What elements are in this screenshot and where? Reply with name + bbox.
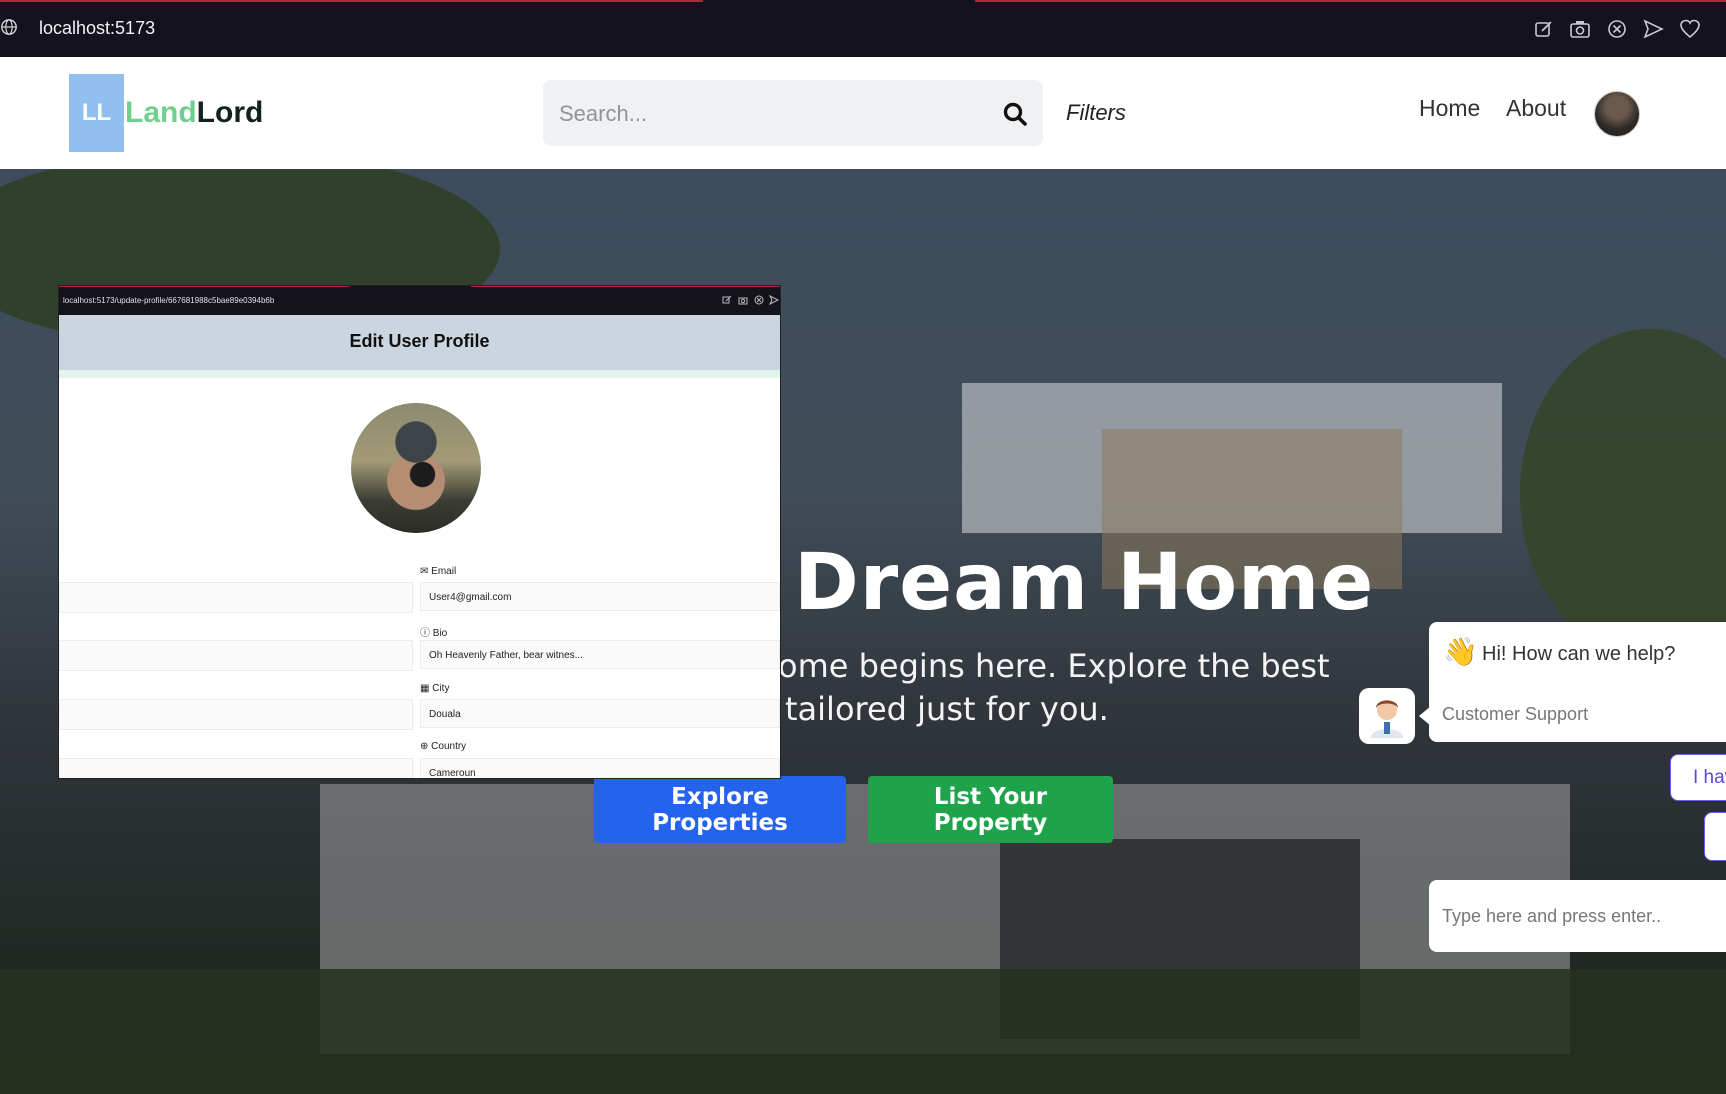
- globe-icon: ⊕: [420, 741, 429, 752]
- country-field: Cameroun: [420, 758, 780, 778]
- profile-photo: [351, 403, 481, 533]
- quick-reply-option[interactable]: [1704, 812, 1726, 861]
- city-icon: ▦: [420, 683, 430, 694]
- waving-hand-icon: 👋: [1443, 635, 1478, 668]
- city-field: Douala: [420, 699, 780, 728]
- camera-icon[interactable]: [1569, 18, 1591, 40]
- hero-title: Dream Home: [794, 538, 1375, 628]
- overlay-header: Edit User Profile: [59, 315, 780, 370]
- bio-label: ⓘ Bio: [420, 628, 448, 639]
- nav-link-home[interactable]: Home: [1419, 95, 1480, 122]
- left-form-field: [59, 758, 413, 778]
- edit-profile-title: Edit User Profile: [349, 331, 490, 351]
- close-circle-icon: [754, 295, 764, 305]
- quick-reply-option[interactable]: I hav: [1670, 754, 1726, 801]
- country-label: ⊕ Country: [420, 741, 467, 752]
- left-form-field: [59, 699, 413, 730]
- profile-screenshot-overlay: localhost:5173/update-profile/667681988c…: [59, 286, 780, 778]
- support-agent-avatar[interactable]: [1359, 688, 1415, 744]
- left-form-field: [59, 582, 413, 613]
- camera-icon: [738, 297, 748, 305]
- chat-greeting-bubble: 👋 Hi! How can we help? Customer Support: [1429, 622, 1726, 742]
- search-icon[interactable]: [1002, 101, 1028, 127]
- close-circle-icon[interactable]: [1606, 18, 1628, 40]
- send-icon: [769, 295, 779, 305]
- browser-toolbar: localhost:5173: [0, 0, 1726, 57]
- hero-subtitle-line1: ome begins here. Explore the best: [778, 647, 1330, 685]
- send-icon[interactable]: [1642, 18, 1664, 40]
- explore-properties-button[interactable]: Explore Properties: [594, 776, 846, 843]
- nav-link-about[interactable]: About: [1506, 95, 1566, 122]
- globe-icon: [1, 19, 17, 35]
- chat-agent-name: Customer Support: [1442, 704, 1589, 724]
- overlay-browser-toolbar: localhost:5173/update-profile/667681988c…: [59, 286, 780, 315]
- hero-subtitle-line2: tailored just for you.: [785, 690, 1109, 728]
- site-navbar: LL LandLord Filters Home About: [0, 57, 1726, 169]
- tree-canopy: [1520, 329, 1726, 659]
- search-input[interactable]: [557, 80, 991, 148]
- logo-wordmark[interactable]: LandLord: [125, 96, 263, 130]
- edit-icon[interactable]: [1533, 18, 1555, 40]
- user-avatar[interactable]: [1594, 91, 1640, 137]
- garden: [0, 969, 1726, 1094]
- envelope-icon: ✉: [420, 566, 429, 577]
- logo-land: Land: [125, 96, 197, 129]
- search-bar: [543, 80, 1043, 148]
- edit-icon: [722, 295, 732, 304]
- logo-mark[interactable]: LL: [69, 74, 124, 152]
- overlay-divider: [59, 370, 780, 378]
- heart-icon[interactable]: [1679, 18, 1701, 40]
- loading-indicator: [975, 0, 1726, 2]
- loading-indicator: [0, 0, 703, 2]
- filters-link[interactable]: Filters: [1066, 100, 1126, 126]
- chat-greeting-text: Hi! How can we help?: [1482, 643, 1676, 665]
- left-form-field: [59, 640, 413, 671]
- address-bar-url[interactable]: localhost:5173: [39, 18, 155, 39]
- info-icon: ⓘ: [420, 628, 430, 639]
- overlay-url: localhost:5173/update-profile/667681988c…: [63, 296, 275, 305]
- bio-field: Oh Heavenly Father, bear witnes...: [420, 640, 780, 669]
- logo-lord: Lord: [196, 96, 264, 129]
- chat-message-input[interactable]: [1429, 880, 1726, 952]
- list-property-button[interactable]: List Your Property: [868, 776, 1113, 843]
- city-label: ▦ City: [420, 683, 450, 694]
- email-field: User4@gmail.com: [420, 582, 780, 611]
- support-agent-icon: [1371, 700, 1403, 738]
- email-label: ✉ Email: [420, 566, 457, 577]
